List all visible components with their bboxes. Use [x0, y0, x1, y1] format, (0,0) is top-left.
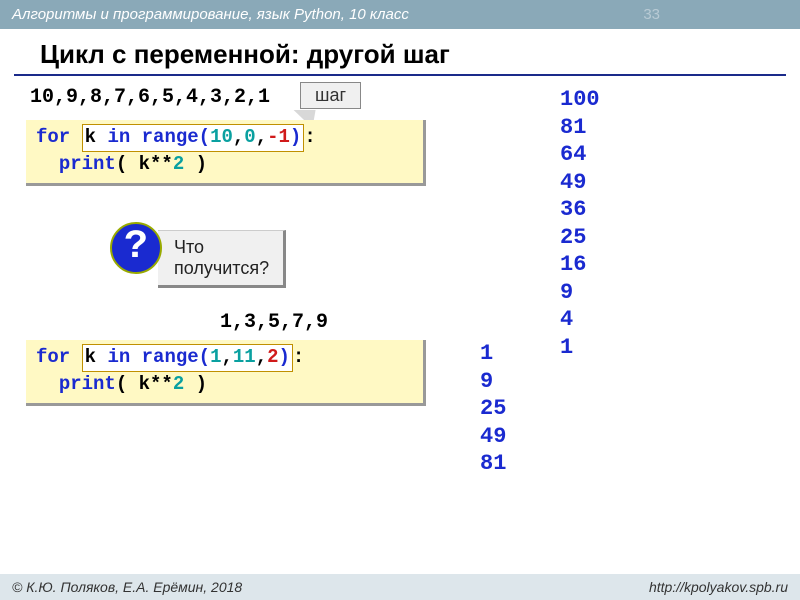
var-k: k [85, 126, 96, 148]
paren-close: ) [290, 126, 301, 148]
comma: , [221, 346, 232, 368]
footer-left: © К.Ю. Поляков, Е.А. Ерёмин, 2018 [12, 579, 242, 595]
code-block-1: for k in range(10,0,-1) : print( k**2 ) [26, 120, 426, 186]
slide-header: Алгоритмы и программирование, язык Pytho… [0, 0, 800, 29]
body: ( k** [116, 373, 173, 395]
var-k: k [85, 346, 96, 368]
arg-stop: 0 [244, 126, 255, 148]
kw-for: for [36, 346, 70, 368]
slide-footer: © К.Ю. Поляков, Е.А. Ерёмин, 2018 http:/… [0, 574, 800, 600]
arg-start: 10 [210, 126, 233, 148]
kw-print: print [59, 153, 116, 175]
sequence-1: 10,9,8,7,6,5,4,3,2,1 [30, 86, 270, 109]
colon: : [304, 126, 315, 148]
step-callout: шаг [300, 82, 361, 109]
sequence-2: 1,3,5,7,9 [220, 311, 328, 334]
arg-start: 1 [210, 346, 221, 368]
header-text: Алгоритмы и программирование, язык Pytho… [12, 6, 409, 23]
arg-step: -1 [267, 126, 290, 148]
body: ( k** [116, 153, 173, 175]
kw-for: for [36, 126, 70, 148]
kw-print: print [59, 373, 116, 395]
output-column-1: 100816449362516941 [560, 86, 600, 361]
colon: : [293, 346, 304, 368]
comma: , [233, 126, 244, 148]
footer-right: http://kpolyakov.spb.ru [649, 579, 788, 595]
paren-close: ) [279, 346, 290, 368]
body2: ) [184, 373, 207, 395]
lit-two: 2 [173, 373, 184, 395]
kw-in: in [107, 346, 130, 368]
range-highlight: k in range(1,11,2) [82, 344, 293, 372]
range-highlight: k in range(10,0,-1) [82, 124, 305, 152]
question-mark-icon: ? [110, 222, 162, 274]
body2: ) [184, 153, 207, 175]
kw-in: in [107, 126, 130, 148]
page-number: 33 [643, 6, 660, 23]
lit-two: 2 [173, 153, 184, 175]
comma: , [256, 346, 267, 368]
code-block-2: for k in range(1,11,2) : print( k**2 ) [26, 340, 426, 406]
comma: , [256, 126, 267, 148]
output-column-2: 19254981 [480, 340, 506, 478]
arg-stop: 11 [233, 346, 256, 368]
kw-range: range( [142, 346, 210, 368]
slide-title: Цикл с переменной: другой шаг [14, 29, 786, 76]
arg-step: 2 [267, 346, 278, 368]
kw-range: range( [142, 126, 210, 148]
question-text: Что получится? [158, 230, 286, 288]
